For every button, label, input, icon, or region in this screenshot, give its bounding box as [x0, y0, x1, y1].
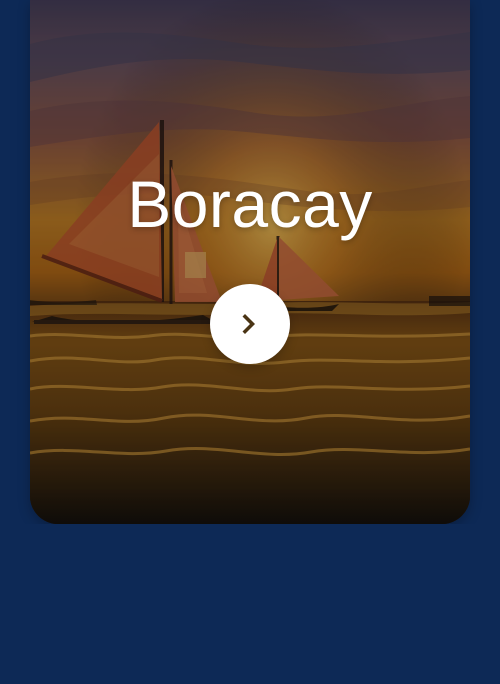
chevron-right-icon: [242, 314, 255, 334]
destination-screen: Boracay: [0, 0, 500, 684]
next-button[interactable]: [210, 284, 290, 364]
bottom-background: [0, 524, 500, 684]
destination-title: Boracay: [127, 167, 373, 241]
image-overlay: [30, 0, 470, 524]
destination-card[interactable]: Boracay: [30, 0, 470, 524]
